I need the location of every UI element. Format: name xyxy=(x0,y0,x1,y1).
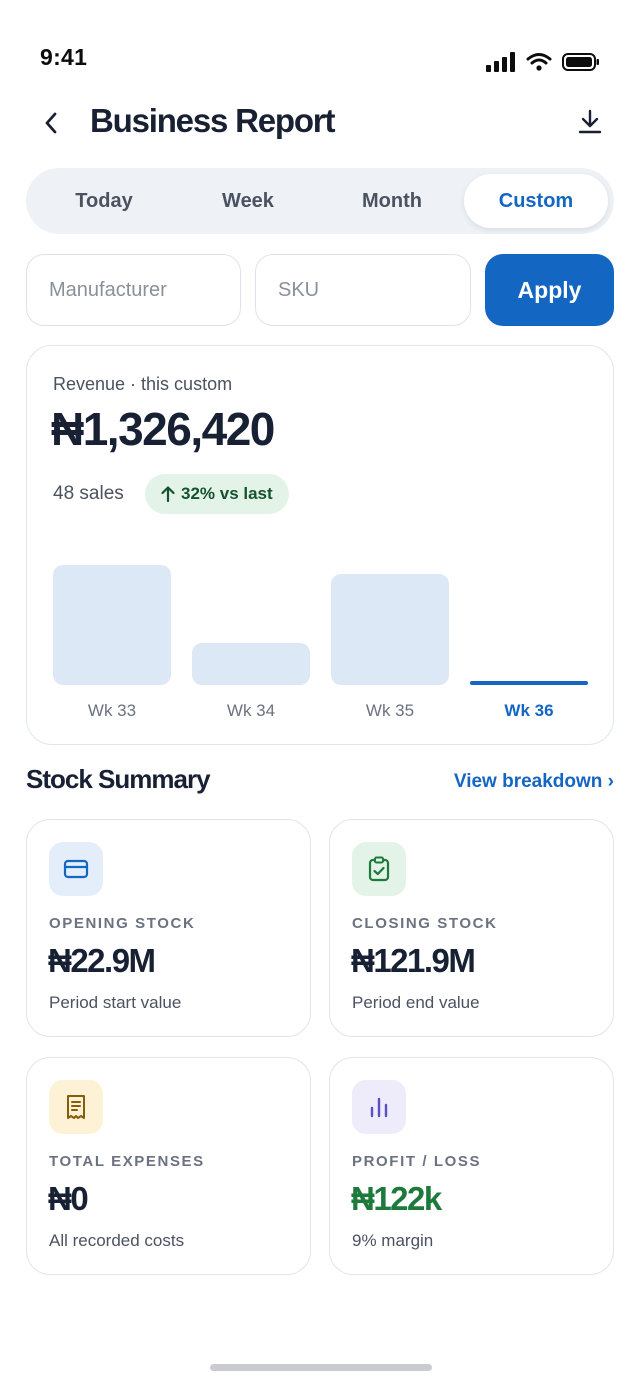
period-tabs: Today Week Month Custom xyxy=(26,168,614,234)
bar-label: Wk 36 xyxy=(504,701,554,720)
bar-wk-34 xyxy=(192,643,310,685)
revenue-bar-chart: Wk 33 Wk 34 Wk 35 Wk 36 xyxy=(53,551,589,731)
apply-button[interactable]: Apply xyxy=(485,254,614,326)
back-button[interactable] xyxy=(36,108,66,138)
home-indicator xyxy=(210,1364,432,1371)
stat-value: ₦22.9M xyxy=(48,942,156,979)
stat-label: CLOSING STOCK xyxy=(352,915,498,932)
status-bar: 9:41 xyxy=(0,0,640,96)
growth-badge: 32% vs last xyxy=(145,474,289,514)
opening-stock-icon-box xyxy=(49,842,103,896)
view-breakdown-link[interactable]: View breakdown › xyxy=(454,771,614,793)
growth-text: 32% vs last xyxy=(181,484,273,503)
signal-icon xyxy=(486,52,515,72)
bar-chart-icon xyxy=(370,1097,388,1118)
revenue-card: Revenue · this custom ₦1,326,420 48 sale… xyxy=(26,345,614,745)
bar-label: Wk 35 xyxy=(365,701,415,720)
bar-label: Wk 34 xyxy=(226,701,276,720)
manufacturer-input[interactable] xyxy=(26,254,241,326)
total-expenses-icon-box xyxy=(49,1080,103,1134)
stat-value: ₦121.9M xyxy=(351,942,476,979)
clipboard-check-icon xyxy=(368,856,390,882)
stat-label: TOTAL EXPENSES xyxy=(49,1153,205,1170)
bar-column[interactable]: Wk 33 xyxy=(53,551,171,731)
tab-today[interactable]: Today xyxy=(32,174,176,228)
battery-icon xyxy=(562,53,599,71)
closing-stock-card[interactable]: CLOSING STOCK ₦121.9M Period end value xyxy=(329,819,614,1037)
status-time: 9:41 xyxy=(40,44,88,70)
closing-stock-icon-box xyxy=(352,842,406,896)
revenue-label: Revenue · this custom xyxy=(53,374,233,394)
bar-wk-36 xyxy=(470,681,588,685)
arrow-up-icon xyxy=(161,486,175,502)
chevron-left-icon xyxy=(45,112,57,134)
bar-column[interactable]: Wk 34 xyxy=(192,551,310,731)
page-title: Business Report xyxy=(90,102,335,139)
bar-label: Wk 33 xyxy=(87,701,137,720)
profit-loss-icon-box xyxy=(352,1080,406,1134)
revenue-amount: ₦1,326,420 xyxy=(51,403,275,455)
tab-month[interactable]: Month xyxy=(320,174,464,228)
tab-custom[interactable]: Custom xyxy=(464,174,608,228)
stat-subtitle: Period start value xyxy=(49,993,182,1012)
stock-summary-title: Stock Summary xyxy=(26,764,211,794)
wifi-icon xyxy=(526,53,552,71)
sku-input[interactable] xyxy=(255,254,471,326)
stat-subtitle: Period end value xyxy=(352,993,480,1012)
bar-column[interactable]: Wk 36 xyxy=(470,551,588,731)
receipt-icon xyxy=(67,1095,85,1119)
bar-wk-33 xyxy=(53,565,171,685)
filters-row: Apply xyxy=(26,254,614,326)
stat-value: ₦122k xyxy=(351,1180,442,1217)
bar-column[interactable]: Wk 35 xyxy=(331,551,449,731)
download-icon xyxy=(578,109,602,134)
stat-subtitle: All recorded costs xyxy=(49,1231,185,1250)
opening-stock-card[interactable]: OPENING STOCK ₦22.9M Period start value xyxy=(26,819,311,1037)
header: Business Report xyxy=(0,96,640,152)
tab-week[interactable]: Week xyxy=(176,174,320,228)
stat-label: OPENING STOCK xyxy=(49,915,196,932)
sales-count: 48 sales xyxy=(53,483,124,504)
wallet-icon xyxy=(63,859,89,879)
status-icons xyxy=(486,52,600,72)
profit-loss-card[interactable]: PROFIT / LOSS ₦122k 9% margin xyxy=(329,1057,614,1275)
download-button[interactable] xyxy=(574,106,606,138)
bar-wk-35 xyxy=(331,574,449,685)
total-expenses-card[interactable]: TOTAL EXPENSES ₦0 All recorded costs xyxy=(26,1057,311,1275)
stat-subtitle: 9% margin xyxy=(352,1231,434,1250)
stat-value: ₦0 xyxy=(48,1180,89,1217)
stat-label: PROFIT / LOSS xyxy=(352,1153,482,1170)
